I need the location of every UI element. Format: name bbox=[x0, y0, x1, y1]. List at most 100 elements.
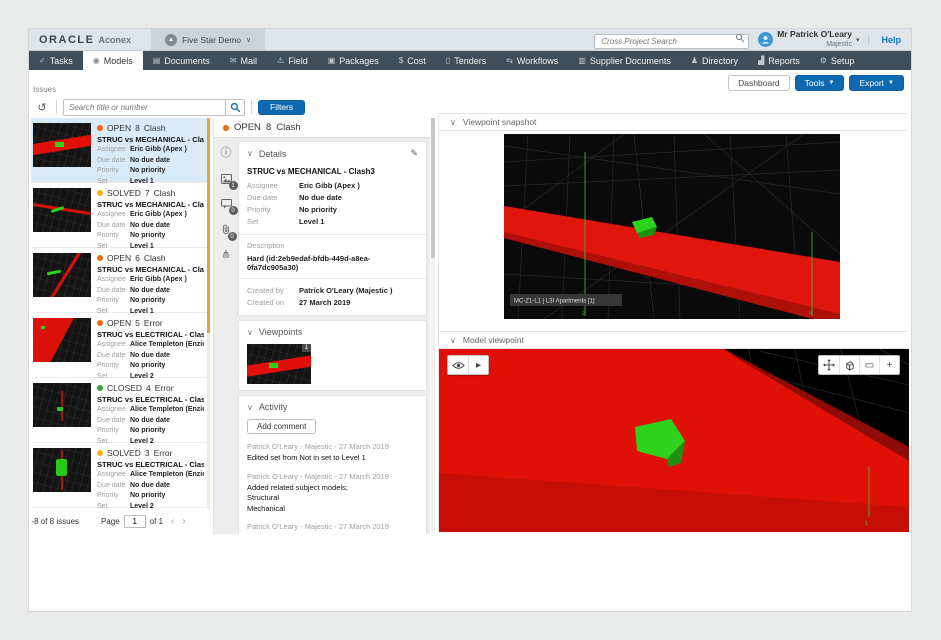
divider bbox=[239, 234, 426, 235]
chevron-down-icon[interactable]: ∨ bbox=[247, 149, 253, 158]
issue-list-item[interactable]: OPEN 6 Clash STRUC vs MECHANICAL - Clash… bbox=[31, 248, 210, 313]
cross-project-search-input[interactable] bbox=[594, 34, 749, 49]
chevron-down-icon[interactable]: ∨ bbox=[247, 403, 253, 412]
nav-tab[interactable]: ▤ Documents bbox=[143, 51, 220, 70]
search-icon[interactable] bbox=[735, 33, 745, 43]
nav-tab[interactable]: $ Cost bbox=[389, 51, 436, 70]
activity-entry: Patrick O'Leary - Majestic - 27 March 20… bbox=[247, 472, 418, 515]
nav-tab-label: Packages bbox=[339, 56, 379, 66]
detail-type: Clash bbox=[276, 122, 300, 133]
viewpoints-count-badge: 1 bbox=[229, 181, 238, 190]
dashboard-button[interactable]: Dashboard bbox=[728, 75, 790, 91]
issue-title: STRUC vs MECHANICAL - Clash2 bbox=[97, 200, 204, 209]
help-link[interactable]: Help bbox=[868, 35, 901, 45]
issue-number: 7 bbox=[145, 188, 150, 198]
issue-title: STRUC vs ELECTRICAL - Clash4 bbox=[97, 330, 204, 339]
field-label: Due date bbox=[97, 156, 130, 167]
issue-list-item[interactable]: OPEN 5 Error STRUC vs ELECTRICAL - Clash… bbox=[31, 313, 210, 378]
scrollbar-thumb[interactable] bbox=[207, 118, 210, 333]
expand-toolbar-icon[interactable]: ▸ bbox=[468, 356, 488, 374]
issue-number: 5 bbox=[135, 318, 140, 328]
viewpoints-icon[interactable]: 1 bbox=[221, 174, 232, 184]
detail-field-value: No due date bbox=[299, 192, 342, 204]
issue-list-scrollbar[interactable] bbox=[207, 118, 210, 509]
nav-tab[interactable]: ♟ Directory bbox=[681, 51, 748, 70]
nav-tab[interactable]: ▣ Packages bbox=[318, 51, 389, 70]
divider bbox=[239, 278, 426, 279]
user-org: Majestic bbox=[826, 41, 852, 48]
status-dot bbox=[97, 255, 103, 261]
refresh-icon[interactable]: ↺ bbox=[34, 101, 50, 114]
next-page-icon[interactable]: › bbox=[182, 516, 185, 527]
nav-tab[interactable]: ▟ Reports bbox=[748, 51, 810, 70]
issue-title: STRUC vs ELECTRICAL - Clash2 bbox=[97, 460, 204, 469]
status-dot bbox=[97, 190, 103, 196]
cross-project-search bbox=[594, 31, 749, 49]
nav-tab[interactable]: ⚠ Field bbox=[267, 51, 318, 70]
issue-search-input[interactable] bbox=[63, 99, 225, 116]
field-label: Set bbox=[97, 177, 130, 188]
pan-icon[interactable] bbox=[819, 356, 839, 374]
issue-list-item[interactable]: CLOSED 4 Error STRUC vs ELECTRICAL - Cla… bbox=[31, 378, 210, 443]
comments-icon[interactable]: 0 bbox=[221, 199, 232, 209]
viewpoints-card: ∨ Viewpoints 1 bbox=[238, 320, 427, 391]
issue-detail-header: OPEN 8 Clash bbox=[214, 118, 430, 138]
detail-scrollbar[interactable] bbox=[431, 118, 435, 534]
toolbar-buttons: Dashboard Tools▼ Export▼ bbox=[728, 75, 904, 91]
issue-list-item[interactable]: SOLVED 3 Error STRUC vs ELECTRICAL - Cla… bbox=[31, 443, 210, 508]
field-label: Set bbox=[97, 437, 130, 448]
issue-detail-body: ⓘ 1 0 0 ⋔ ∨ Deta bbox=[214, 138, 430, 534]
attachments-count-badge: 0 bbox=[228, 232, 237, 241]
relations-icon[interactable]: ⋔ bbox=[221, 250, 230, 261]
issue-detail-panel: OPEN 8 Clash ⓘ 1 0 0 ⋔ bbox=[213, 118, 430, 534]
zoom-out-icon[interactable]: ▭ bbox=[859, 356, 879, 374]
nav-tab-icon: ✉ bbox=[230, 56, 237, 65]
orbit-cube-icon[interactable] bbox=[839, 356, 859, 374]
nav-tab[interactable]: ▯ Tenders bbox=[436, 51, 496, 70]
zoom-in-icon[interactable]: + bbox=[879, 356, 899, 374]
issues-panel-label: Issues bbox=[33, 85, 56, 94]
detail-cards: ∨ Details ✎ STRUC vs MECHANICAL - Clash3… bbox=[238, 138, 430, 534]
activity-card: ∨ Activity Add comment Patrick O'Leary -… bbox=[238, 395, 427, 534]
field-label: Assignee bbox=[97, 210, 130, 221]
project-selector[interactable]: ▲ Five Star Demo ∨ bbox=[151, 29, 265, 51]
nav-tab[interactable]: ⚙ Setup bbox=[810, 51, 865, 70]
export-button[interactable]: Export▼ bbox=[849, 75, 904, 91]
main-nav: ✓ Tasks ◉ Models ▤ Documents ✉ Mail ⚠ Fi… bbox=[29, 51, 911, 70]
nav-tab-label: Field bbox=[288, 56, 308, 66]
issue-list-item[interactable]: SOLVED 7 Clash STRUC vs MECHANICAL - Cla… bbox=[31, 183, 210, 248]
add-comment-button[interactable]: Add comment bbox=[247, 419, 316, 434]
issue-meta: OPEN 5 Error STRUC vs ELECTRICAL - Clash… bbox=[91, 318, 204, 377]
page-label: Page bbox=[101, 517, 120, 526]
issue-status: OPEN bbox=[107, 253, 131, 263]
nav-tab[interactable]: ✉ Mail bbox=[220, 51, 267, 70]
nav-tab[interactable]: ◉ Models bbox=[83, 51, 143, 70]
nav-tab-icon: ▣ bbox=[328, 56, 336, 65]
issue-type: Clash bbox=[144, 123, 166, 133]
nav-tab[interactable]: ✓ Tasks bbox=[29, 51, 83, 70]
edit-icon[interactable]: ✎ bbox=[410, 148, 418, 159]
issue-search-button[interactable] bbox=[225, 99, 245, 116]
visibility-eye-icon[interactable] bbox=[448, 356, 468, 374]
filters-button[interactable]: Filters bbox=[258, 100, 305, 115]
issue-list-item[interactable]: OPEN 8 Clash STRUC vs MECHANICAL - Clash… bbox=[31, 118, 210, 183]
model-viewpoint-header[interactable]: ∨ Model viewpoint bbox=[439, 331, 908, 349]
attachments-icon[interactable]: 0 bbox=[222, 224, 231, 235]
info-icon[interactable]: ⓘ bbox=[221, 148, 232, 159]
viewpoint-thumbnail[interactable]: 1 bbox=[247, 344, 311, 384]
viewpoint-snapshot-header[interactable]: ∨ Viewpoint snapshot bbox=[439, 113, 908, 131]
page-input[interactable] bbox=[124, 515, 146, 528]
nav-tab[interactable]: ⇆ Workflows bbox=[496, 51, 568, 70]
viewpoint-snapshot-body: 2 N MC-Z1-L1 | L3I Apartments [1] bbox=[439, 131, 908, 331]
field-label: Assignee bbox=[97, 145, 130, 156]
field-label: Set bbox=[97, 502, 130, 510]
chevron-down-icon[interactable]: ∨ bbox=[247, 328, 253, 337]
nav-tab-label: Tasks bbox=[50, 56, 73, 66]
user-menu[interactable]: Mr Patrick O'Leary Majestic ▾ bbox=[758, 30, 859, 50]
issue-number: 4 bbox=[146, 383, 151, 393]
tools-button[interactable]: Tools▼ bbox=[795, 75, 845, 91]
nav-tab[interactable]: ▥ Supplier Documents bbox=[568, 51, 681, 70]
scrollbar-thumb[interactable] bbox=[431, 118, 435, 258]
prev-page-icon[interactable]: ‹ bbox=[171, 516, 174, 527]
model-viewpoint-viewer[interactable]: 1 ▸ ▭ + bbox=[439, 349, 908, 532]
